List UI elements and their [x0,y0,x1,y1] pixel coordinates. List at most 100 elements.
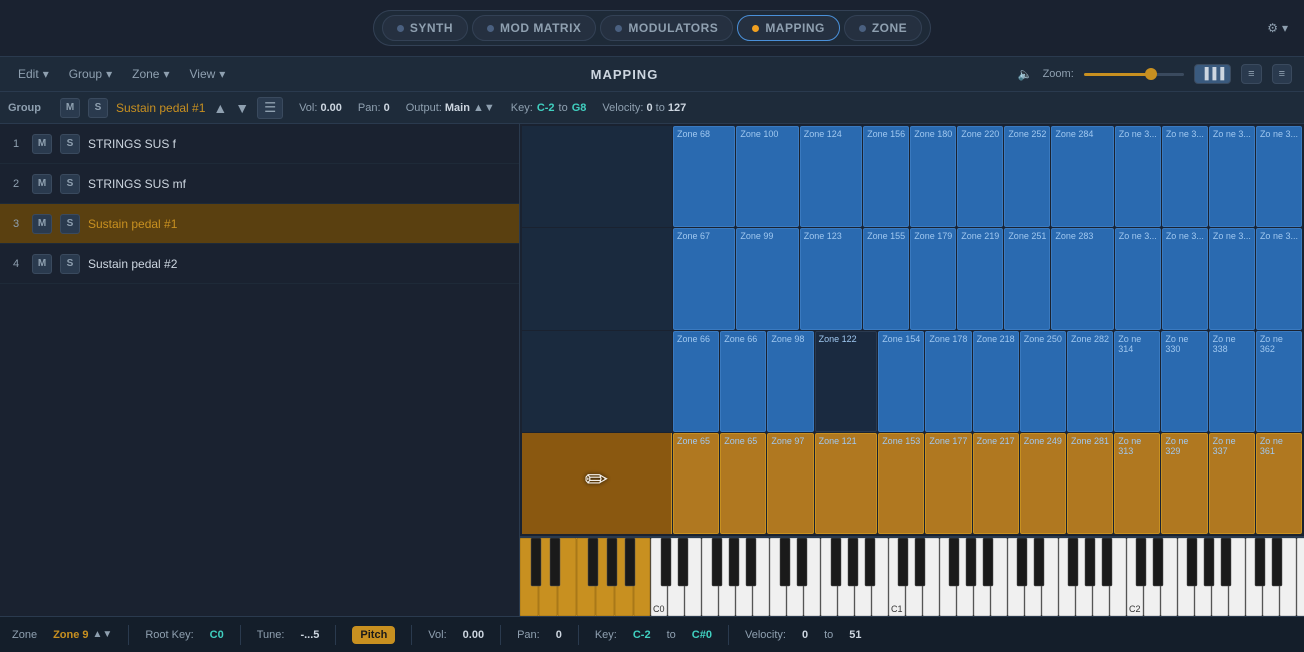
track3-s-btn[interactable]: S [60,214,80,234]
track4-m-btn[interactable]: M [32,254,52,274]
zone-block[interactable]: Zo ne 3... [1162,228,1208,329]
zone-selector[interactable]: Zone 9 ▲▼ [53,629,112,641]
zone-block[interactable]: Zone 250 [1020,331,1066,432]
zone-block[interactable]: Zone 124 [800,126,862,227]
zone-block-golden[interactable]: Zone 249 [1020,433,1066,534]
zone-block[interactable]: Zone 251 [1004,228,1050,329]
track2-s-btn[interactable]: S [60,174,80,194]
zone-block[interactable]: Zone 122 [815,331,878,432]
zone-block-golden[interactable]: Zone 217 [973,433,1019,534]
synth-dot [397,25,404,32]
zone-block[interactable]: Zone 179 [910,228,956,329]
zone-block[interactable]: Zone 98 [767,331,813,432]
zone-block-golden[interactable]: Zo ne 313 [1114,433,1160,534]
track-num: 2 [8,178,24,190]
track-row[interactable]: 2 M S STRINGS SUS mf [0,164,519,204]
zone-block[interactable]: Zone 282 [1067,331,1113,432]
key-bottom-from: C-2 [633,629,651,641]
zone-block-golden[interactable]: Zone 177 [925,433,971,534]
bars-view-btn[interactable]: ▐▐▐ [1194,64,1231,84]
zone-block[interactable]: Zo ne 330 [1161,331,1207,432]
zone-block-golden[interactable]: Zo ne 329 [1161,433,1207,534]
zone-block-golden[interactable]: Zone 121 [815,433,878,534]
zone-block-golden[interactable]: Zone 65 [720,433,766,534]
nav-zone[interactable]: ZONE [844,15,922,41]
track-row-selected[interactable]: 3 M S Sustain pedal #1 [0,204,519,244]
zone-block[interactable]: Zone 180 [910,126,956,227]
svg-text:C1: C1 [891,604,903,614]
list-view-btn2[interactable]: ≡ [1272,64,1292,84]
group-name: Sustain pedal #1 [116,101,205,115]
zone-block[interactable]: Zone 252 [1004,126,1050,227]
zoom-slider[interactable] [1084,73,1184,76]
zone-block[interactable]: Zo ne 3... [1256,126,1302,227]
track4-s-btn[interactable]: S [60,254,80,274]
zone-block[interactable]: Zone 100 [736,126,798,227]
zone-block-golden[interactable]: Zone 65 [673,433,719,534]
piano-keyboard[interactable]: C0 C1 C2 [520,536,1304,616]
zone-block[interactable]: Zo ne 3... [1209,228,1255,329]
zone-block[interactable]: Zo ne 314 [1114,331,1160,432]
zone-block-golden[interactable]: Zo ne 337 [1209,433,1255,534]
svg-text:C0: C0 [653,604,665,614]
zone-block[interactable]: Zone 178 [925,331,971,432]
zone-block[interactable]: Zone 66 [673,331,719,432]
zone-block[interactable]: Zo ne 3... [1162,126,1208,227]
list-view-btn1[interactable]: ≡ [1241,64,1261,84]
zone-block-golden[interactable]: Zone 97 [767,433,813,534]
zone-block[interactable]: Zone 99 [736,228,798,329]
zone-block[interactable]: Zo ne 3... [1115,126,1161,227]
zone-arrows[interactable]: ▲▼ [93,629,113,640]
nav-mapping[interactable]: MAPPING [737,15,840,41]
group-list-icon-btn[interactable]: ☰ [257,97,283,119]
output-arrow[interactable]: ▲▼ [473,102,495,114]
zone-block[interactable]: Zone 67 [673,228,735,329]
zone-block[interactable]: Zone 218 [973,331,1019,432]
group-m-btn[interactable]: M [60,98,80,118]
zone-block[interactable]: Zone 154 [878,331,924,432]
zone-block[interactable]: Zone 123 [800,228,862,329]
group-menu-btn[interactable]: Group ▾ [63,65,118,83]
zoom-label: Zoom: [1043,68,1074,80]
zone-menu-btn[interactable]: Zone ▾ [126,65,175,83]
edit-label: Edit [18,67,39,81]
root-key-label: Root Key: [145,629,193,641]
zone-block[interactable]: Zone 155 [863,228,909,329]
tune-value: -...5 [300,629,319,641]
nav-modulators[interactable]: MODULATORS [600,15,733,41]
nav-mod-matrix[interactable]: MOD MATRIX [472,15,596,41]
track3-m-btn[interactable]: M [32,214,52,234]
zone-block-golden[interactable]: Zone 153 [878,433,924,534]
view-menu-btn[interactable]: View ▾ [184,65,232,83]
zones-row-4: ✏ Zone 65 Zone 65 Zone 97 Zone 121 Zone … [522,433,1302,534]
zone-block[interactable]: Zone 68 [673,126,735,227]
track-num: 1 [8,138,24,150]
group-down-btn[interactable]: ▼ [235,100,249,116]
zone-block[interactable]: Zone 66 [720,331,766,432]
zone-block[interactable]: Zo ne 3... [1115,228,1161,329]
zone-block[interactable]: Zone 220 [957,126,1003,227]
edit-menu-btn[interactable]: Edit ▾ [12,65,55,83]
track2-m-btn[interactable]: M [32,174,52,194]
zone-block[interactable]: Zo ne 3... [1209,126,1255,227]
zone-block-golden[interactable]: Zone 281 [1067,433,1113,534]
track-row[interactable]: 4 M S Sustain pedal #2 [0,244,519,284]
group-up-btn[interactable]: ▲ [213,100,227,116]
zone-block[interactable]: Zone 219 [957,228,1003,329]
zone-block[interactable]: Zo ne 3... [1256,228,1302,329]
zone-block[interactable]: Zo ne 362 [1256,331,1302,432]
bottom-bar: Zone Zone 9 ▲▼ Root Key: C0 Tune: -...5 … [0,616,1304,652]
nav-synth[interactable]: SYNTH [382,15,468,41]
track-row[interactable]: 1 M S STRINGS SUS f [0,124,519,164]
zone-block[interactable]: Zone 156 [863,126,909,227]
track1-m-btn[interactable]: M [32,134,52,154]
nav-modulators-label: MODULATORS [628,21,718,35]
zone-block-golden[interactable]: Zo ne 361 [1256,433,1302,534]
group-s-btn[interactable]: S [88,98,108,118]
zone-block[interactable]: Zo ne 338 [1209,331,1255,432]
pitch-button[interactable]: Pitch [352,626,395,644]
zone-block[interactable]: Zone 283 [1051,228,1113,329]
zone-block[interactable]: Zone 284 [1051,126,1113,227]
settings-btn[interactable]: ⚙ ▾ [1267,21,1288,35]
track1-s-btn[interactable]: S [60,134,80,154]
